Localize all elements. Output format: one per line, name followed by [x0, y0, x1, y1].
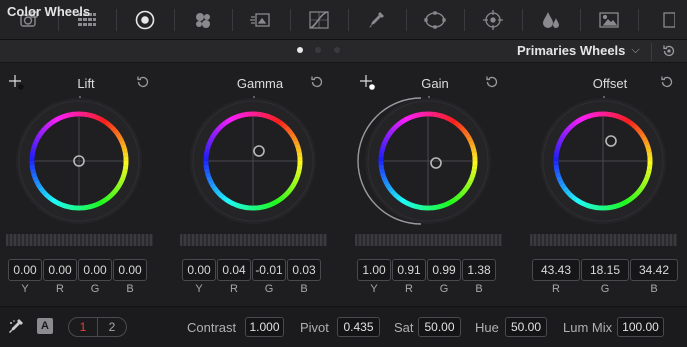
channel-label: G: [600, 283, 610, 295]
value-row: 43.43 18.15 34.42: [532, 259, 678, 281]
palette-toolbar: [0, 0, 687, 40]
page-1-button[interactable]: 1: [69, 318, 97, 336]
master-wheel[interactable]: [180, 234, 327, 246]
value-field[interactable]: 0.91: [392, 259, 426, 281]
value-row: 1.00 0.91 0.99 1.38: [357, 259, 496, 281]
lum-mix-label: Lum Mix: [563, 320, 613, 335]
channel-labels: Y R G B: [357, 283, 496, 295]
motion-effects-icon[interactable]: [232, 0, 290, 40]
sizing-icon[interactable]: [648, 0, 687, 40]
channel-label: Y: [195, 283, 203, 295]
chevron-down-icon: ⌵: [631, 44, 640, 56]
value-field[interactable]: 1.00: [357, 259, 391, 281]
value-field[interactable]: 18.15: [581, 259, 629, 281]
value-field[interactable]: 0.00: [182, 259, 216, 281]
reset-icon[interactable]: [309, 74, 325, 90]
channel-label: Y: [370, 283, 378, 295]
contrast-field[interactable]: 1.000: [245, 317, 284, 337]
value-field[interactable]: 0.00: [8, 259, 42, 281]
reset-all-icon[interactable]: [661, 43, 677, 59]
gain-wheel-panel: Gain 1.00 0.91 0.99 1.38 Y R G B: [349, 63, 521, 303]
reset-icon[interactable]: [135, 74, 151, 90]
gamma-wheel-panel: Gamma 0.00 0.04 -0.01 0.03 Y R G B: [174, 63, 346, 303]
auto-balance-button[interactable]: A: [37, 318, 53, 334]
wheels-mode-label: Primaries Wheels: [517, 43, 626, 58]
eyedropper-icon[interactable]: [7, 317, 25, 335]
panel-title: Color Wheels: [7, 4, 91, 19]
page-dot-active[interactable]: [297, 47, 303, 53]
channel-label: Y: [21, 283, 29, 295]
gamma-color-wheel[interactable]: [174, 96, 346, 232]
channel-label: B: [475, 283, 483, 295]
offset-color-wheel[interactable]: [524, 96, 687, 232]
value-field[interactable]: 0.00: [78, 259, 112, 281]
value-field[interactable]: 0.00: [113, 259, 147, 281]
value-field[interactable]: 0.04: [217, 259, 251, 281]
channel-label: G: [264, 283, 274, 295]
channel-label: G: [439, 283, 449, 295]
master-wheel[interactable]: [355, 234, 502, 246]
channel-label: B: [650, 283, 658, 295]
master-wheel[interactable]: [6, 234, 153, 246]
value-field[interactable]: -0.01: [252, 259, 286, 281]
channel-label: R: [56, 283, 64, 295]
value-field[interactable]: 1.38: [462, 259, 496, 281]
qualifier-icon[interactable]: [348, 0, 406, 40]
tracker-icon[interactable]: [464, 0, 522, 40]
value-field[interactable]: 43.43: [532, 259, 580, 281]
rgb-mixer-icon[interactable]: [174, 0, 232, 40]
page-2-button[interactable]: 2: [97, 318, 126, 336]
color-wheels-icon[interactable]: [116, 0, 174, 40]
reset-icon[interactable]: [484, 74, 500, 90]
value-field[interactable]: 0.99: [427, 259, 461, 281]
channel-label: R: [552, 283, 560, 295]
value-row: 0.00 0.00 0.00 0.00: [8, 259, 147, 281]
lift-color-wheel[interactable]: [0, 96, 172, 232]
pivot-label: Pivot: [300, 320, 329, 335]
page-dot[interactable]: [334, 47, 340, 53]
channel-label: B: [126, 283, 134, 295]
channel-label: G: [90, 283, 100, 295]
lum-mix-field[interactable]: 100.00: [617, 317, 664, 337]
channel-labels: Y R G B: [8, 283, 147, 295]
adjustment-bar: A 1 2 Contrast 1.000 Pivot 0.435 Sat 50.…: [0, 306, 687, 347]
lift-wheel-panel: Lift 0.00 0.00 0.00 0.00 Y R G B: [0, 63, 172, 303]
sat-field[interactable]: 50.00: [418, 317, 461, 337]
page-dot[interactable]: [315, 47, 321, 53]
key-icon[interactable]: [580, 0, 638, 40]
gain-color-wheel[interactable]: [349, 96, 521, 232]
channel-labels: Y R G B: [182, 283, 321, 295]
value-field[interactable]: 0.03: [287, 259, 321, 281]
channel-label: B: [300, 283, 308, 295]
value-row: 0.00 0.04 -0.01 0.03: [182, 259, 321, 281]
hue-label: Hue: [475, 320, 499, 335]
channel-labels: R G B: [532, 283, 678, 295]
page-toggle: 1 2: [68, 317, 127, 337]
offset-wheel-panel: Offset 43.43 18.15 34.42 R G B: [524, 63, 687, 303]
sat-label: Sat: [394, 320, 414, 335]
curves-icon[interactable]: [290, 0, 348, 40]
value-field[interactable]: 34.42: [630, 259, 678, 281]
reset-icon[interactable]: [659, 74, 675, 90]
blur-icon[interactable]: [522, 0, 580, 40]
hue-field[interactable]: 50.00: [505, 317, 547, 337]
window-icon[interactable]: [406, 0, 464, 40]
contrast-label: Contrast: [187, 320, 237, 335]
wheels-mode-dropdown[interactable]: Primaries Wheels ⌵: [517, 43, 640, 58]
value-field[interactable]: 0.00: [43, 259, 77, 281]
master-wheel[interactable]: [530, 234, 677, 246]
channel-label: R: [405, 283, 413, 295]
pivot-field[interactable]: 0.435: [337, 317, 380, 337]
channel-label: R: [230, 283, 238, 295]
